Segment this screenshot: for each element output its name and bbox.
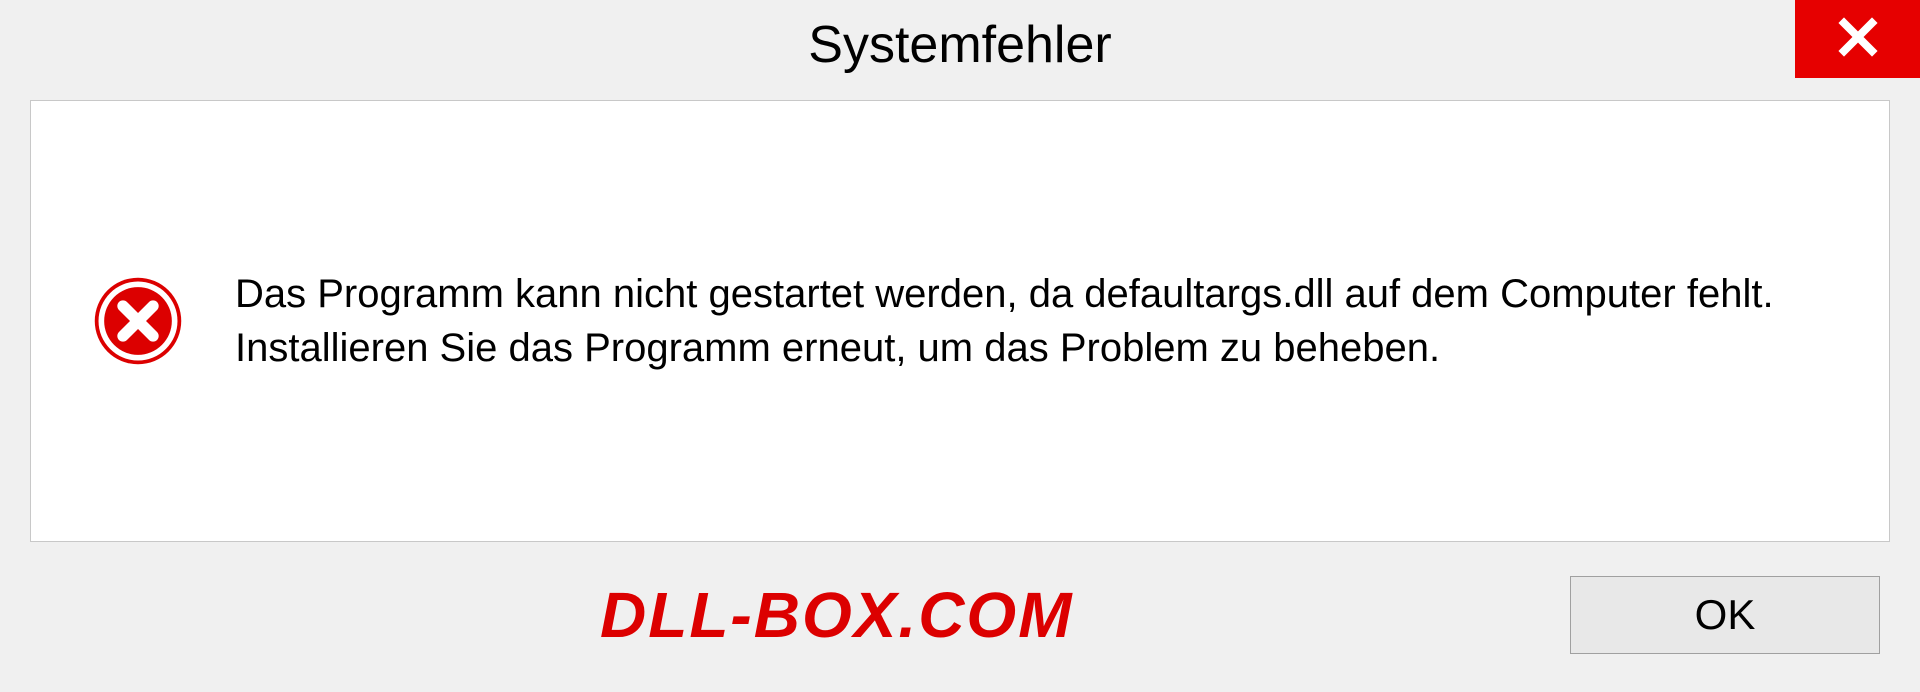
close-icon	[1837, 16, 1879, 63]
watermark-text: DLL-BOX.COM	[600, 578, 1074, 652]
ok-button-label: OK	[1695, 591, 1756, 639]
error-message: Das Programm kann nicht gestartet werden…	[235, 267, 1829, 375]
titlebar: Systemfehler	[0, 0, 1920, 90]
error-dialog: Systemfehler Das Programm kann nicht ges…	[0, 0, 1920, 692]
content-area: Das Programm kann nicht gestartet werden…	[30, 100, 1890, 542]
error-icon	[91, 274, 185, 368]
close-button[interactable]	[1795, 0, 1920, 78]
ok-button[interactable]: OK	[1570, 576, 1880, 654]
footer: DLL-BOX.COM OK	[0, 562, 1920, 692]
dialog-title: Systemfehler	[808, 15, 1111, 75]
